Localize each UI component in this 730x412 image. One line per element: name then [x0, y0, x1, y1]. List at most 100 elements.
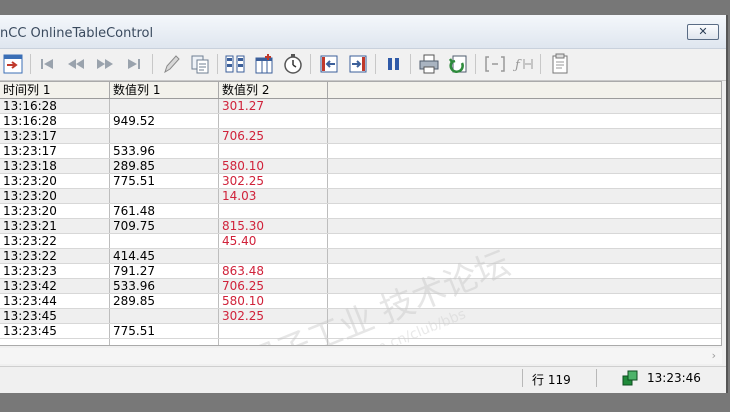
table-row[interactable]: 13:23:45 302.25: [0, 309, 721, 324]
table-row[interactable]: 13:23:21 709.75 815.30: [0, 219, 721, 234]
table-row[interactable]: 13:23:20 14.03: [0, 189, 721, 204]
horizontal-scrollbar[interactable]: ›: [0, 348, 722, 364]
cell-value2: 706.25: [219, 279, 328, 293]
table-row[interactable]: 13:23:45 775.51: [0, 324, 721, 339]
cell-value1: 533.96: [110, 144, 219, 158]
cell-value2: 580.10: [219, 294, 328, 308]
previous-record-icon[interactable]: [65, 53, 87, 75]
select-columns-icon[interactable]: [253, 53, 275, 75]
svg-text:ƒ: ƒ: [513, 58, 522, 73]
cell-time: 13:23:22: [0, 234, 110, 248]
column-divider: [218, 339, 219, 345]
cell-value1: 775.51: [110, 174, 219, 188]
toolbar-separator: [30, 54, 31, 74]
table-header: 时间列 1 数值列 1 数值列 2: [0, 82, 721, 99]
table-row[interactable]: 13:23:20 761.48: [0, 204, 721, 219]
cell-value1: 775.51: [110, 324, 219, 338]
first-line-icon[interactable]: [318, 53, 340, 75]
print-icon[interactable]: [418, 53, 440, 75]
cell-value1: [110, 99, 219, 113]
config-dialog-icon[interactable]: [2, 53, 24, 75]
cell-value2: 706.25: [219, 129, 328, 143]
first-record-icon[interactable]: [36, 53, 58, 75]
cell-value1: 761.48: [110, 204, 219, 218]
cell-value2: [219, 114, 328, 128]
column-header-value1[interactable]: 数值列 1: [110, 82, 219, 98]
toolbar-separator: [310, 54, 311, 74]
toolbar-separator: [217, 54, 218, 74]
cell-time: 13:23:21: [0, 219, 110, 233]
cell-value2: 302.25: [219, 309, 328, 323]
close-icon: ✕: [698, 25, 708, 38]
toolbar-separator: [375, 54, 376, 74]
column-divider: [327, 339, 328, 345]
cell-time: 13:23:42: [0, 279, 110, 293]
toolbar-separator: [540, 54, 541, 74]
cell-time: 13:23:17: [0, 144, 110, 158]
cell-value1: [110, 234, 219, 248]
scroll-right-icon[interactable]: ›: [712, 349, 716, 362]
cell-time: 13:23:20: [0, 204, 110, 218]
cell-value2: [219, 144, 328, 158]
cell-value2: 302.25: [219, 174, 328, 188]
column-header-time[interactable]: 时间列 1: [0, 82, 110, 98]
cell-value1: 709.75: [110, 219, 219, 233]
table-grid: 时间列 1 数值列 1 数值列 2 13:16:28 301.27 13:16:28…: [0, 81, 722, 346]
next-record-icon[interactable]: [94, 53, 116, 75]
cell-time: 13:16:28: [0, 99, 110, 113]
define-statistics-area-icon[interactable]: [484, 53, 506, 75]
export-icon[interactable]: [447, 53, 469, 75]
stop-icon[interactable]: [383, 53, 405, 75]
cell-time: 13:23:20: [0, 189, 110, 203]
cell-value1: 289.85: [110, 294, 219, 308]
copy-rows-icon[interactable]: [189, 53, 211, 75]
last-record-icon[interactable]: [123, 53, 145, 75]
cell-value1: 289.85: [110, 159, 219, 173]
cell-time: 13:16:28: [0, 114, 110, 128]
cell-time: 13:23:45: [0, 309, 110, 323]
table-row[interactable]: 13:23:22 414.45: [0, 249, 721, 264]
cell-value2: 580.10: [219, 159, 328, 173]
table-row[interactable]: 13:23:17 533.96: [0, 144, 721, 159]
more-icon[interactable]: [549, 53, 571, 75]
cell-value1: 791.27: [110, 264, 219, 278]
calculate-statistics-icon[interactable]: ƒ: [512, 53, 535, 75]
cell-value2: 863.48: [219, 264, 328, 278]
cell-time: 13:23:17: [0, 129, 110, 143]
table-row[interactable]: 13:23:20 775.51 302.25: [0, 174, 721, 189]
status-time: 13:23:46: [647, 371, 701, 385]
table-row[interactable]: 13:16:28 949.52: [0, 114, 721, 129]
cell-value2: [219, 249, 328, 263]
desktop-background-top: [0, 0, 730, 15]
cell-value2: [219, 204, 328, 218]
window-title: nCC OnlineTableControl: [0, 26, 154, 41]
column-header-value2[interactable]: 数值列 2: [219, 82, 328, 98]
cell-time: 13:23:22: [0, 249, 110, 263]
online-table-control-window: nCC OnlineTableControl ✕ ƒ 时间列 1 数值列 1 数…: [0, 15, 728, 393]
row-count: 行 119: [532, 373, 571, 387]
table-row[interactable]: 13:16:28 301.27: [0, 99, 721, 114]
cell-value2: [219, 324, 328, 338]
status-bar: 行 119 13:23:46: [0, 366, 726, 389]
close-button[interactable]: ✕: [687, 24, 719, 40]
cell-value1: 949.52: [110, 114, 219, 128]
cell-value2: 14.03: [219, 189, 328, 203]
table-row[interactable]: 13:23:18 289.85 580.10: [0, 159, 721, 174]
column-divider: [109, 339, 110, 345]
toolbar: ƒ: [0, 49, 726, 81]
table-row[interactable]: 13:23:17 706.25: [0, 129, 721, 144]
cell-time: 13:23:23: [0, 264, 110, 278]
cell-value1: [110, 189, 219, 203]
edit-icon[interactable]: [160, 53, 182, 75]
toolbar-separator: [410, 54, 411, 74]
table-row[interactable]: 13:23:22 45.40: [0, 234, 721, 249]
table-row[interactable]: 13:23:42 533.96 706.25: [0, 279, 721, 294]
last-line-icon[interactable]: [347, 53, 369, 75]
time-range-icon[interactable]: [282, 53, 304, 75]
table-row[interactable]: 13:23:44 289.85 580.10: [0, 294, 721, 309]
status-divider: [522, 369, 523, 387]
table-row[interactable]: 13:23:23 791.27 863.48: [0, 264, 721, 279]
select-data-connection-icon[interactable]: [224, 53, 246, 75]
cell-value2: 45.40: [219, 234, 328, 248]
status-divider: [596, 369, 597, 387]
